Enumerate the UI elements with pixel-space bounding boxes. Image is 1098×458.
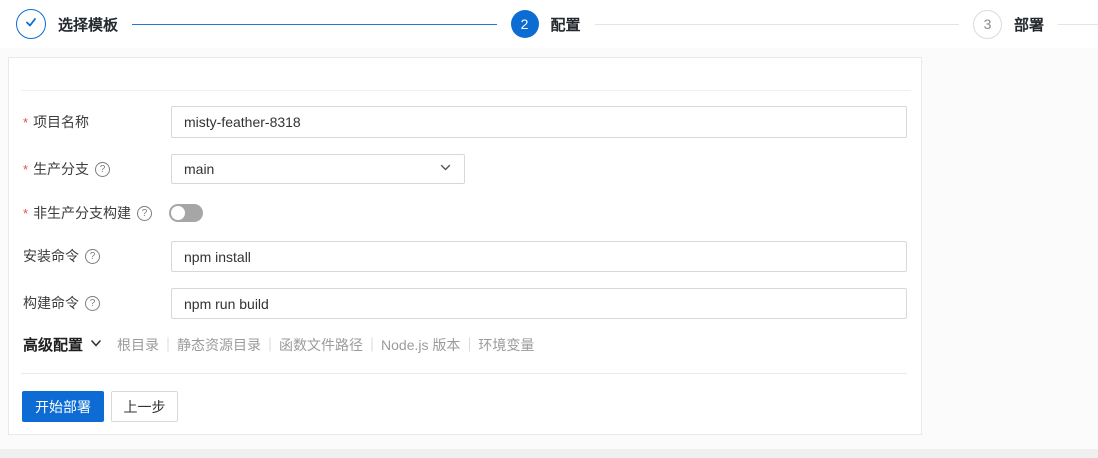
step-2-circle: 2 bbox=[510, 10, 539, 38]
card-header-divider bbox=[21, 90, 911, 91]
project-name-input[interactable] bbox=[171, 106, 907, 138]
non-production-branch-build-toggle[interactable] bbox=[169, 204, 203, 222]
start-deploy-button[interactable]: 开始部署 bbox=[22, 391, 104, 422]
step-connector-2 bbox=[594, 23, 959, 25]
advanced-config-toggle[interactable]: 高级配置 bbox=[23, 334, 103, 355]
chevron-down-icon bbox=[439, 161, 452, 177]
production-branch-value: main bbox=[184, 161, 215, 177]
project-name-label: * 项目名称 bbox=[23, 114, 90, 130]
build-command-label: 构建命令 ? bbox=[23, 287, 100, 319]
install-command-label: 安装命令 ? bbox=[23, 240, 100, 272]
help-icon[interactable]: ? bbox=[137, 205, 153, 221]
link-function-file-path[interactable]: 函数文件路径 bbox=[279, 335, 363, 355]
required-marker: * bbox=[23, 205, 29, 221]
config-form-card: * 项目名称 * 生产分支 ? main * 非生产分支构建 ? 安装命令 ? … bbox=[8, 57, 922, 435]
toggle-knob bbox=[171, 206, 185, 220]
wizard-stepper: 选择模板 2 配置 3 部署 bbox=[0, 0, 1098, 48]
help-icon[interactable]: ? bbox=[85, 295, 100, 311]
step-2-number: 2 bbox=[520, 16, 529, 32]
link-root-directory[interactable]: 根目录 bbox=[117, 335, 159, 355]
step-3-label: 部署 bbox=[1014, 16, 1045, 34]
actions-divider bbox=[21, 373, 907, 374]
step-3-circle: 3 bbox=[973, 9, 1002, 39]
link-nodejs-version[interactable]: Node.js 版本 bbox=[381, 335, 460, 355]
advanced-config-links: 根目录 ｜ 静态资源目录 ｜ 函数文件路径 ｜ Node.js 版本 ｜ 环境变… bbox=[117, 335, 535, 355]
previous-step-button[interactable]: 上一步 bbox=[111, 391, 178, 422]
step-3-number: 3 bbox=[983, 16, 992, 32]
production-branch-select[interactable]: main bbox=[171, 154, 465, 184]
help-icon[interactable]: ? bbox=[95, 161, 111, 177]
check-icon bbox=[24, 15, 38, 34]
non-production-branch-build-label: * 非生产分支构建 ? bbox=[23, 197, 153, 229]
help-icon[interactable]: ? bbox=[85, 248, 100, 264]
link-environment-variables[interactable]: 环境变量 bbox=[478, 335, 534, 355]
install-command-input[interactable] bbox=[171, 241, 907, 272]
required-marker: * bbox=[23, 114, 29, 130]
step-1-circle bbox=[16, 9, 46, 39]
step-1-label: 选择模板 bbox=[58, 16, 119, 34]
chevron-down-icon bbox=[83, 336, 103, 354]
bottom-edge-strip bbox=[0, 449, 1098, 458]
build-command-input[interactable] bbox=[171, 288, 907, 319]
step-connector-tail bbox=[1058, 23, 1098, 25]
required-marker: * bbox=[23, 161, 29, 177]
production-branch-label: * 生产分支 ? bbox=[23, 153, 111, 185]
step-2-label: 配置 bbox=[550, 16, 581, 34]
advanced-config-row: 高级配置 根目录 ｜ 静态资源目录 ｜ 函数文件路径 ｜ Node.js 版本 … bbox=[23, 334, 534, 355]
step-connector-1 bbox=[132, 23, 497, 25]
link-static-assets-directory[interactable]: 静态资源目录 bbox=[177, 335, 261, 355]
